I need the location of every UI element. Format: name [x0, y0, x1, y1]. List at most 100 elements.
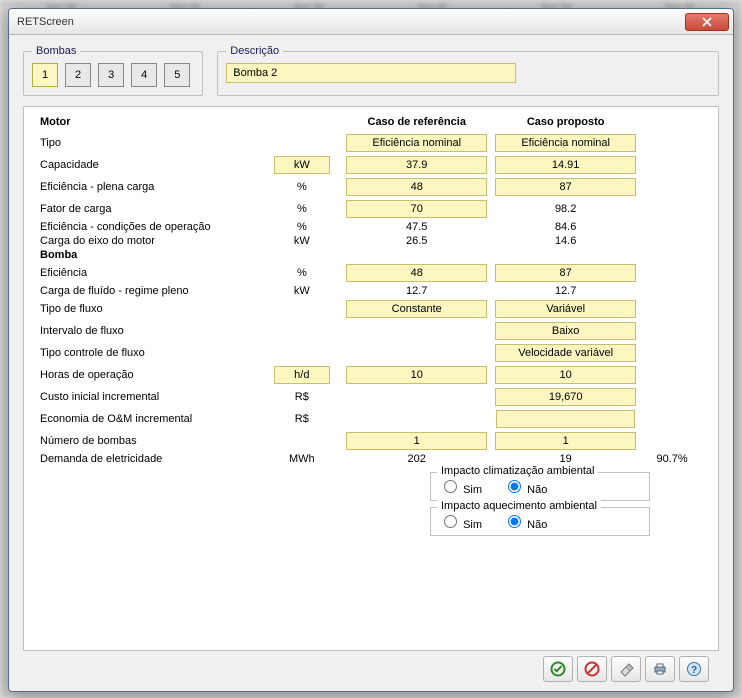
bombas-legend: Bombas [32, 45, 80, 57]
fator_carga-extra [640, 198, 704, 220]
bomba-tab-1[interactable]: 1 [32, 63, 58, 87]
b_tipo-label: Tipo de fluxo [38, 298, 261, 320]
row-capacidade: Capacidade kW 37.9 14.91 [38, 154, 704, 176]
row-b_ctrl: Tipo controle de fluxoVelocidade variáve… [38, 342, 704, 364]
b_num-prop-box[interactable]: 1 [495, 432, 636, 450]
b_tipo-unit-text [261, 298, 342, 320]
b_carga-label: Carga de fluído - regime pleno [38, 284, 261, 298]
b_custo-unit-text: R$ [261, 386, 342, 408]
row-tipo: Tipo Eficiência nominal Eficiência nominal [38, 132, 704, 154]
b_dem-extra: 90.7% [640, 452, 704, 466]
b_dem-unit-text: MWh [261, 452, 342, 466]
tipo-label: Tipo [38, 132, 261, 154]
capacidade-extra [640, 154, 704, 176]
bomba-tab-4[interactable]: 4 [131, 63, 157, 87]
capacidade-prop-box[interactable]: 14.91 [495, 156, 636, 174]
row-b_econ: Economia de O&M incrementalR$ [38, 408, 704, 430]
dialog-footer: ? [23, 651, 719, 687]
b_int-unit-text [261, 320, 342, 342]
help-button[interactable]: ? [679, 656, 709, 682]
b_custo-extra [640, 386, 704, 408]
b_horas-label: Horas de operação [38, 364, 261, 386]
ef_cond-prop-text: 84.6 [491, 220, 640, 234]
b_tipo-extra [640, 298, 704, 320]
impact-aquec-nao[interactable]: Não [503, 519, 547, 531]
print-button[interactable] [645, 656, 675, 682]
tipo-prop-box[interactable]: Eficiência nominal [495, 134, 636, 152]
col-ref-header: Caso de referência [342, 115, 491, 132]
b_ef-label: Eficiência [38, 262, 261, 284]
b_tipo-ref-box[interactable]: Constante [346, 300, 487, 318]
descricao-group: Descrição [217, 45, 719, 96]
dialog-window: RETScreen Bombas 1 2 3 4 5 Descrição [8, 8, 734, 692]
capacidade-unit-box[interactable]: kW [274, 156, 330, 174]
b_int-ref-text [342, 320, 491, 342]
impact-aquec-box: Impacto aquecimento ambiental Sim Não [430, 507, 650, 536]
cancel-button[interactable] [577, 656, 607, 682]
impact-clima-nao[interactable]: Não [503, 484, 547, 496]
b_econ-prop-input[interactable] [496, 410, 635, 428]
b_horas-extra [640, 364, 704, 386]
capacidade-label: Capacidade [38, 154, 261, 176]
b_ctrl-unit-text [261, 342, 342, 364]
tipo-unit-text [261, 132, 342, 154]
svg-text:?: ? [691, 665, 697, 676]
b_ef-ref-box[interactable]: 48 [346, 264, 487, 282]
section-bomba: Bomba [38, 248, 704, 262]
clear-button[interactable] [611, 656, 641, 682]
b_ctrl-prop-box[interactable]: Velocidade variável [495, 344, 636, 362]
close-button[interactable] [685, 13, 729, 31]
row-b_horas: Horas de operação h/d 10 10 [38, 364, 704, 386]
b_custo-prop-box[interactable]: 19,670 [495, 388, 636, 406]
b_ctrl-ref-text [342, 342, 491, 364]
impact-clima-sim[interactable]: Sim [439, 484, 482, 496]
row-b_carga: Carga de fluído - regime plenokW12.712.7 [38, 284, 704, 298]
b_custo-ref-text [342, 386, 491, 408]
ef_plena-prop-box[interactable]: 87 [495, 178, 636, 196]
impact-aquec-legend: Impacto aquecimento ambiental [437, 500, 601, 512]
b_horas-unit-box[interactable]: h/d [274, 366, 330, 384]
row-fator_carga: Fator de carga%7098.2 [38, 198, 704, 220]
b_dem-ref-text: 202 [342, 452, 491, 466]
b_tipo-prop-box[interactable]: Variável [495, 300, 636, 318]
ef_cond-ref-text: 47.5 [342, 220, 491, 234]
eraser-icon [618, 661, 634, 677]
ef_cond-unit-text: % [261, 220, 342, 234]
ef_plena-ref-box[interactable]: 48 [346, 178, 487, 196]
ef_cond-extra [640, 220, 704, 234]
b_num-ref-box[interactable]: 1 [346, 432, 487, 450]
b_int-prop-box[interactable]: Baixo [495, 322, 636, 340]
b_ef-extra [640, 262, 704, 284]
b_ef-unit-text: % [261, 262, 342, 284]
titlebar: RETScreen [9, 9, 733, 35]
help-icon: ? [686, 661, 702, 677]
fator_carga-label: Fator de carga [38, 198, 261, 220]
bomba-tab-3[interactable]: 3 [98, 63, 124, 87]
tipo-ref-box[interactable]: Eficiência nominal [346, 134, 487, 152]
b_horas-prop-box[interactable]: 10 [495, 366, 636, 384]
b_econ-label: Economia de O&M incremental [38, 408, 261, 430]
descricao-input[interactable] [226, 63, 516, 83]
data-table: Motor Caso de referência Caso proposto T… [38, 115, 704, 466]
b_carga-prop-text: 12.7 [491, 284, 640, 298]
bomba-tab-5[interactable]: 5 [164, 63, 190, 87]
b_ef-prop-box[interactable]: 87 [495, 264, 636, 282]
row-b_ef: Eficiência%48 87 [38, 262, 704, 284]
col-prop-header: Caso proposto [491, 115, 640, 132]
b_num-label: Número de bombas [38, 430, 261, 452]
ef_plena-unit-text: % [261, 176, 342, 198]
row-b_tipo: Tipo de fluxo Constante Variável [38, 298, 704, 320]
carga_eixo-label: Carga do eixo do motor [38, 234, 261, 248]
row-carga_eixo: Carga do eixo do motorkW26.514.6 [38, 234, 704, 248]
b_dem-label: Demanda de eletricidade [38, 452, 261, 466]
b_num-extra [640, 430, 704, 452]
capacidade-ref-box[interactable]: 37.9 [346, 156, 487, 174]
fator_carga-ref-box[interactable]: 70 [346, 200, 487, 218]
window-title: RETScreen [17, 16, 685, 28]
impact-aquec-sim[interactable]: Sim [439, 519, 482, 531]
row-b_int: Intervalo de fluxoBaixo [38, 320, 704, 342]
b_horas-ref-box[interactable]: 10 [346, 366, 487, 384]
ok-button[interactable] [543, 656, 573, 682]
bomba-tab-2[interactable]: 2 [65, 63, 91, 87]
carga_eixo-ref-text: 26.5 [342, 234, 491, 248]
